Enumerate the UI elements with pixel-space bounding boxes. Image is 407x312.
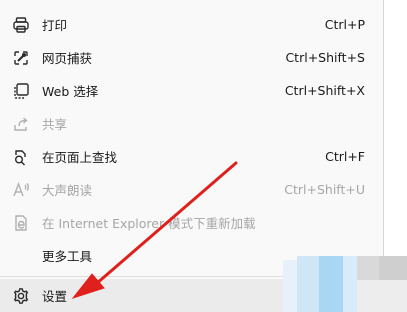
menu-item-label: 设置 [42,289,68,304]
background-tile [357,280,407,312]
menu-item-shortcut: Ctrl+Shift+S [285,50,365,65]
menu-item-label: Web 选择 [42,84,99,99]
menu-item-shortcut: Ctrl+F [325,149,365,164]
share-icon [11,114,31,134]
menu-item-label: 共享 [42,117,68,132]
menu-item-share[interactable]: 共享 [0,107,383,140]
background-tile [343,256,357,312]
menu-item-shortcut: Ctrl+Shift+U [284,182,365,197]
gear-icon [11,286,31,306]
menu-item-find-on-page[interactable]: 在页面上查找 Ctrl+F [0,140,383,173]
menu-item-label: 网页捕获 [42,51,93,66]
menu-item-shortcut: Ctrl+Shift+X [284,83,365,98]
menu-item-label: 打印 [42,18,68,33]
background-tile [357,256,379,280]
menu-item-label: 大声朗读 [42,183,93,198]
web-capture-icon [11,48,31,68]
menu-item-ie-mode[interactable]: 在 Internet Explorer 模式下重新加载 [0,206,383,239]
menu-item-print[interactable]: 打印 Ctrl+P [0,8,383,41]
background-tile [384,0,407,256]
menu-item-label: 更多工具 [42,249,93,264]
read-aloud-icon [11,180,31,200]
background-tile [297,256,319,312]
menu-item-label: 在页面上查找 [42,150,118,165]
menu-item-read-aloud[interactable]: 大声朗读 Ctrl+Shift+U [0,173,383,206]
menu-item-web-select[interactable]: Web 选择 Ctrl+Shift+X [0,74,383,107]
printer-icon [11,15,31,35]
web-select-icon [11,81,31,101]
ie-mode-icon [11,213,31,233]
find-on-page-icon [11,147,31,167]
menu-item-label: 在 Internet Explorer 模式下重新加载 [42,216,256,231]
background-tile [319,256,343,312]
background-tile [379,256,407,280]
menu-item-web-capture[interactable]: 网页捕获 Ctrl+Shift+S [0,41,383,74]
background-tile [283,260,297,312]
menu-item-shortcut: Ctrl+P [324,17,365,32]
